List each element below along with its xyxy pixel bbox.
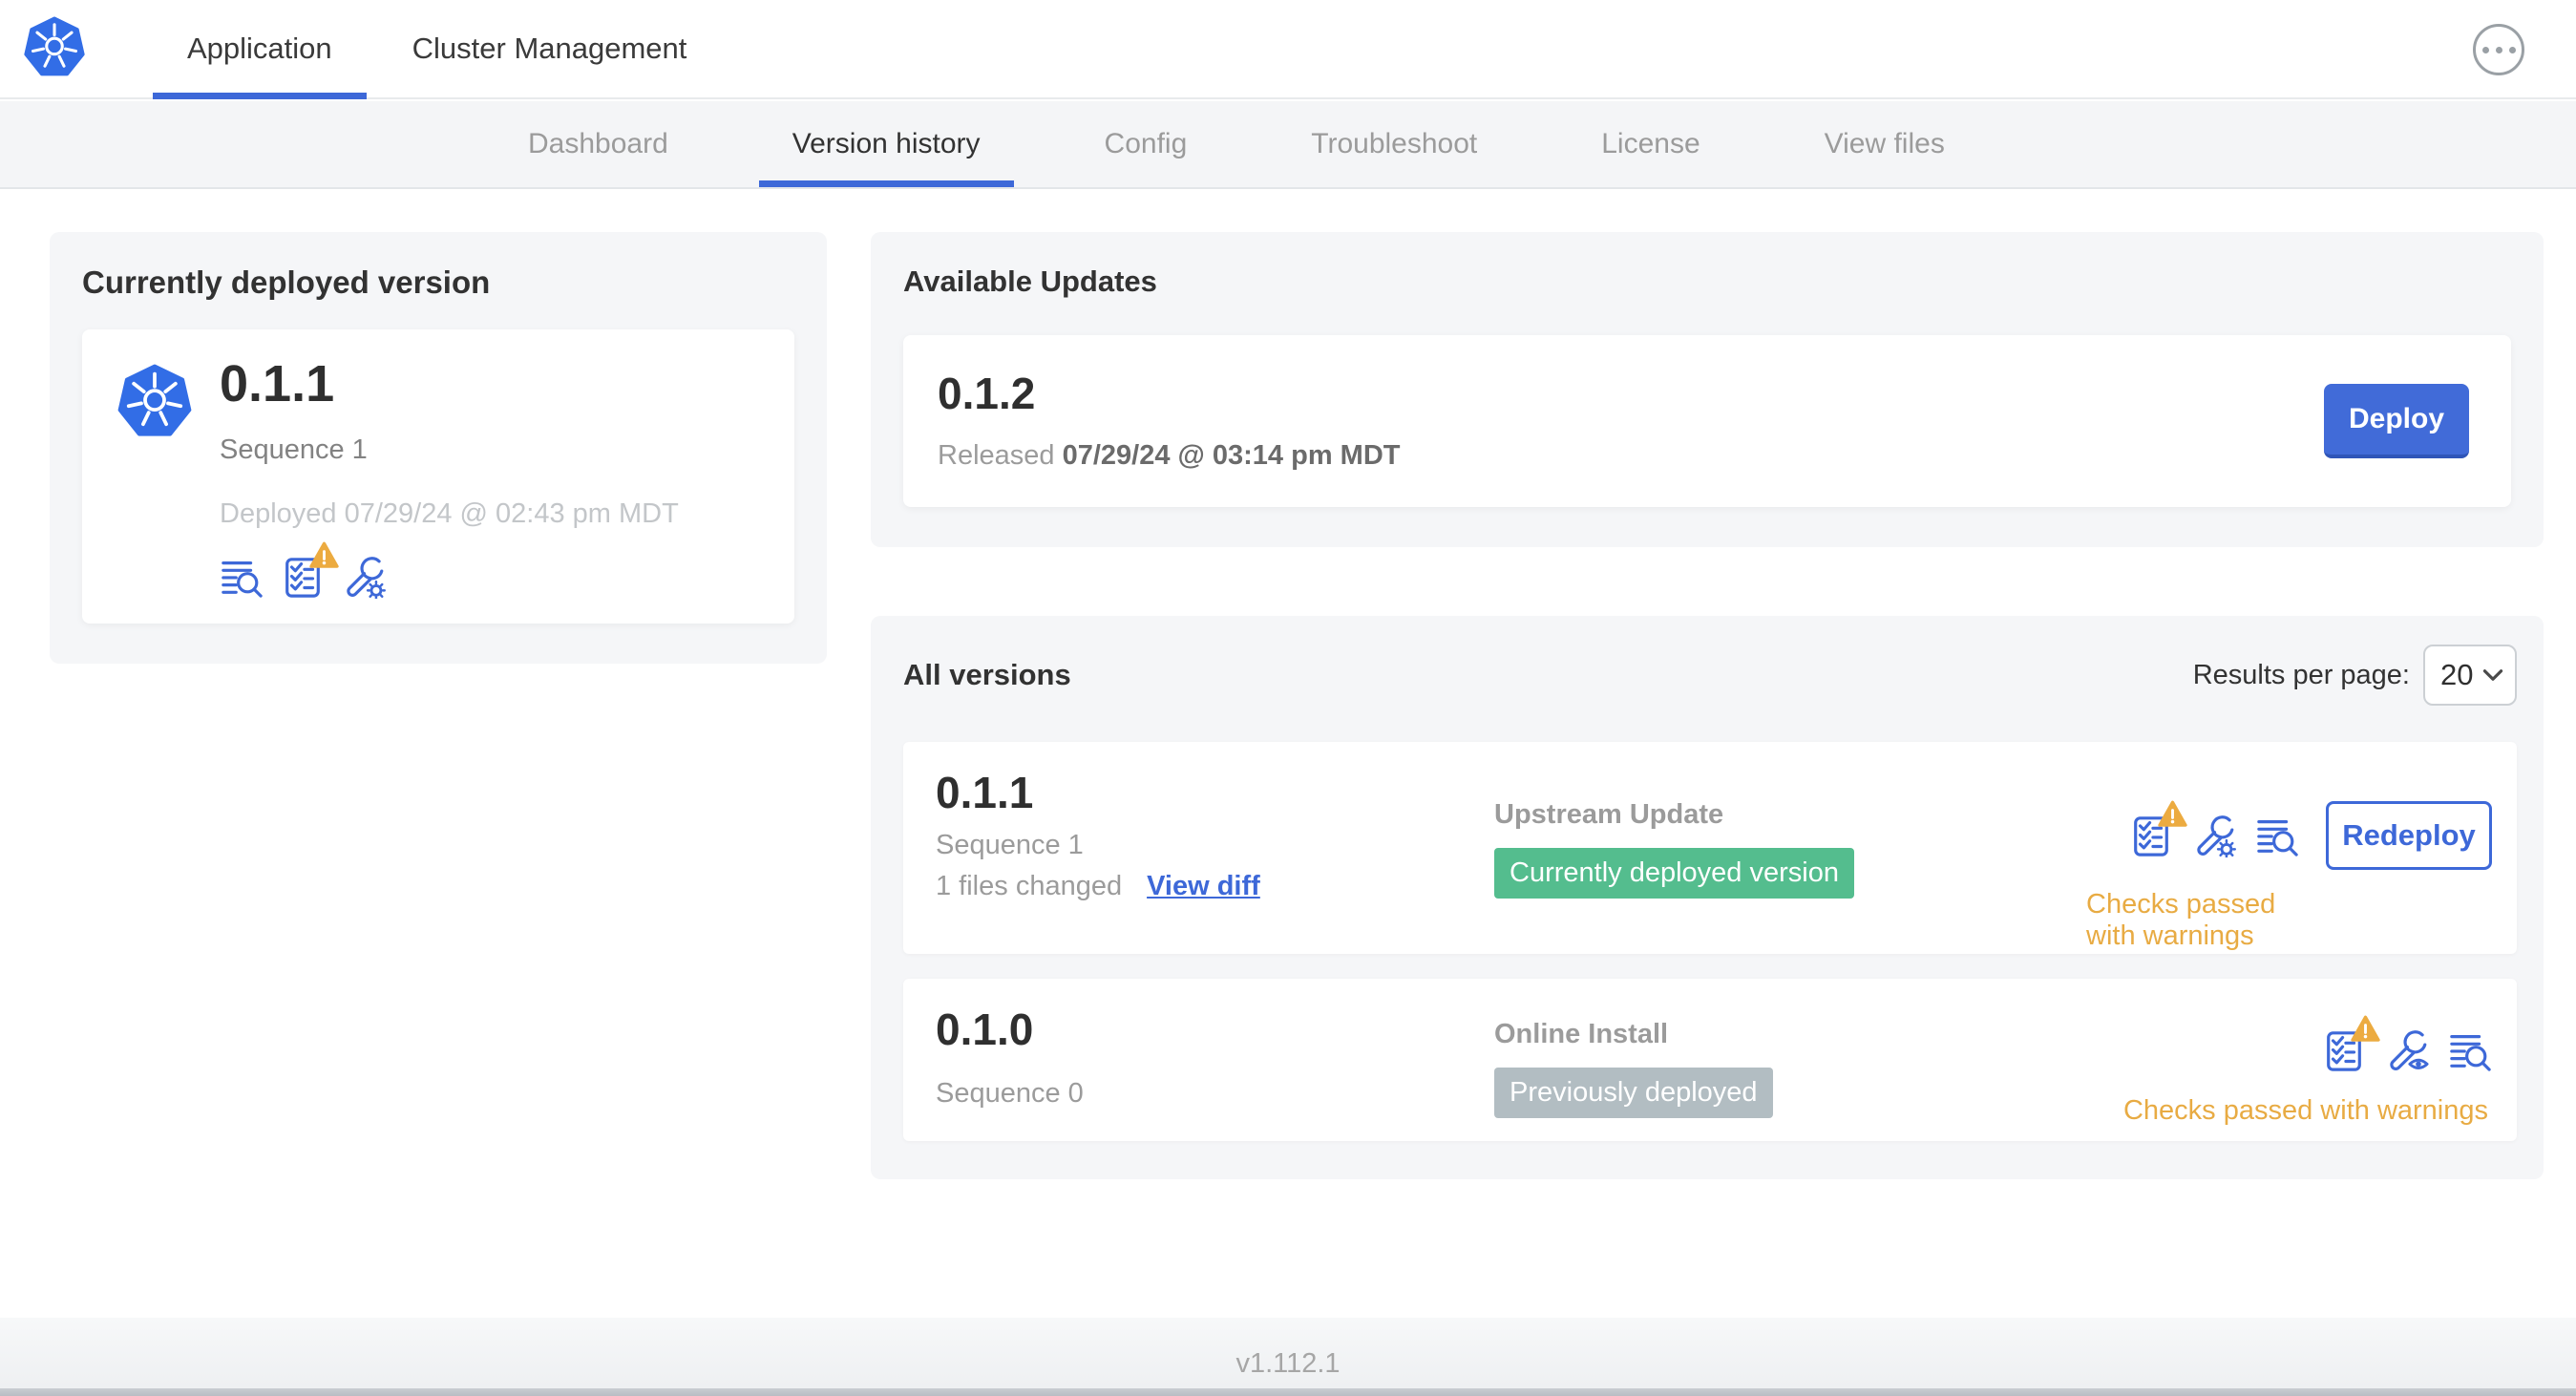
more-menu-button[interactable] — [2473, 24, 2524, 75]
redeploy-button[interactable]: Redeploy — [2326, 801, 2492, 870]
ellipsis-icon — [2481, 46, 2489, 53]
all-versions-panel: All versions Results per page: 20 0.1.1 … — [871, 616, 2544, 1179]
tab-license-label: License — [1601, 128, 1700, 159]
currently-deployed-title: Currently deployed version — [82, 264, 491, 300]
view-diff-link[interactable]: View diff — [1147, 871, 1260, 902]
diff-search-icon[interactable] — [220, 555, 264, 599]
row-sequence: Sequence 0 — [936, 1078, 1084, 1109]
update-released-line: Released 07/29/24 @ 03:14 pm MDT — [938, 440, 1400, 472]
kubernetes-logo-icon — [24, 16, 85, 76]
tab-view-files[interactable]: View files — [1791, 101, 1978, 187]
tab-config[interactable]: Config — [1071, 101, 1221, 187]
kubernetes-logo — [23, 16, 86, 81]
app-subnav: Dashboard Version history Config Trouble… — [0, 101, 2576, 189]
app-level-tabs: Application Cluster Management — [153, 0, 722, 99]
all-versions-title: All versions — [903, 658, 1071, 691]
preflight-checklist-icon[interactable] — [2129, 800, 2187, 857]
diff-search-icon[interactable] — [2448, 1028, 2492, 1072]
tab-troubleshoot-label: Troubleshoot — [1311, 128, 1478, 159]
deployed-version-number: 0.1.1 — [220, 355, 335, 412]
window-bottom-edge — [0, 1388, 2576, 1396]
available-update-card: 0.1.2 Released 07/29/24 @ 03:14 pm MDT D… — [903, 335, 2511, 507]
row-version-number: 0.1.0 — [936, 1005, 1034, 1054]
tab-application[interactable]: Application — [153, 0, 367, 99]
tab-application-label: Application — [187, 32, 332, 65]
version-row-0-1-0: 0.1.0 Sequence 0 Online Install Previous… — [903, 979, 2517, 1141]
currently-deployed-panel: Currently deployed version 0.1.1 Sequenc… — [50, 232, 827, 664]
warning-triangle-icon — [2351, 1015, 2380, 1042]
currently-deployed-card: 0.1.1 Sequence 1 Deployed 07/29/24 @ 02:… — [82, 329, 794, 624]
wrench-gear-icon[interactable] — [2192, 814, 2236, 857]
deployed-timestamp: Deployed 07/29/24 @ 02:43 pm MDT — [220, 498, 679, 529]
tab-cluster-management-label: Cluster Management — [412, 32, 687, 65]
update-version-number: 0.1.2 — [938, 368, 1036, 418]
ellipsis-icon — [2508, 46, 2516, 53]
footer: v1.112.1 — [0, 1318, 2576, 1396]
warning-triangle-icon — [309, 541, 339, 568]
tab-dashboard[interactable]: Dashboard — [495, 101, 702, 187]
tab-version-history-label: Version history — [792, 128, 981, 159]
wrench-gear-icon[interactable] — [342, 555, 386, 599]
kubernetes-logo-icon — [117, 364, 192, 436]
deployed-sequence: Sequence 1 — [220, 434, 368, 465]
top-navbar: Application Cluster Management — [0, 0, 2576, 99]
tab-cluster-management[interactable]: Cluster Management — [378, 0, 722, 97]
released-date: 07/29/24 @ 03:14 pm MDT — [1062, 439, 1401, 471]
previously-deployed-badge: Previously deployed — [1494, 1068, 1773, 1118]
console-version-label: v1.112.1 — [1235, 1348, 1341, 1379]
results-per-page-select[interactable]: 20 — [2423, 645, 2517, 706]
released-label: Released — [938, 439, 1055, 471]
tab-config-label: Config — [1104, 128, 1188, 159]
deploy-button[interactable]: Deploy — [2324, 384, 2469, 458]
results-per-page-value: 20 — [2440, 658, 2474, 691]
row-version-number: 0.1.1 — [936, 768, 1034, 817]
warning-triangle-icon — [2158, 800, 2187, 828]
warning-triangle-icon — [309, 541, 339, 569]
tab-license[interactable]: License — [1568, 101, 1733, 187]
files-changed-label: 1 files changed — [936, 871, 1123, 901]
tab-troubleshoot[interactable]: Troubleshoot — [1277, 101, 1510, 187]
preflight-status-text[interactable]: Checks passed with warnings — [2086, 889, 2290, 952]
row-source-label: Online Install — [1494, 1019, 1669, 1049]
wrench-eye-icon[interactable] — [2385, 1028, 2429, 1072]
diff-search-icon[interactable] — [2255, 814, 2299, 857]
row-sequence: Sequence 1 — [936, 830, 1084, 860]
version-row-0-1-1: 0.1.1 Sequence 1 1 files changed View di… — [903, 742, 2517, 954]
tab-view-files-label: View files — [1824, 128, 1945, 159]
preflight-checklist-icon[interactable] — [2322, 1015, 2380, 1072]
kubernetes-app-icon — [116, 364, 193, 442]
available-updates-title: Available Updates — [903, 264, 1157, 298]
ellipsis-icon — [2495, 46, 2502, 53]
warning-triangle-icon — [2351, 1015, 2380, 1043]
preflight-status-text[interactable]: Checks passed with warnings — [2123, 1095, 2488, 1127]
tab-version-history[interactable]: Version history — [758, 101, 1014, 187]
warning-triangle-icon — [2158, 800, 2187, 827]
results-per-page-label: Results per page: — [2192, 659, 2410, 690]
row-source-label: Upstream Update — [1494, 799, 1724, 830]
preflight-checklist-icon[interactable] — [281, 541, 339, 599]
tab-dashboard-label: Dashboard — [528, 128, 668, 159]
chevron-down-icon — [2482, 669, 2503, 681]
available-updates-panel: Available Updates 0.1.2 Released 07/29/2… — [871, 232, 2544, 547]
currently-deployed-badge: Currently deployed version — [1494, 848, 1854, 899]
